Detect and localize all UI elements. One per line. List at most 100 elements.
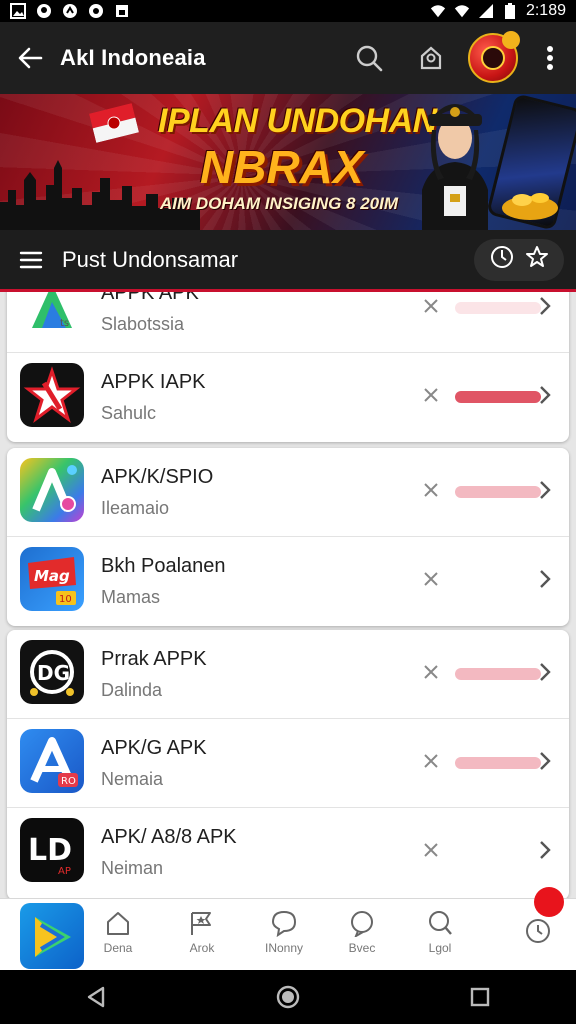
close-icon: [424, 665, 438, 679]
app-subtitle: Nemaia: [101, 769, 164, 789]
status-time: 2:189: [525, 2, 566, 19]
profile-avatar-button[interactable]: [462, 22, 524, 94]
arrow-left-icon: [18, 47, 43, 69]
bottom-nav: Dena Arok INonny Bvec Lgol: [0, 898, 576, 970]
list-item[interactable]: ts APPK APK Slabotssia: [7, 292, 569, 353]
nav-item-timer[interactable]: [506, 915, 570, 945]
app-name: APK/G APK: [101, 737, 207, 759]
app-subtitle: Neiman: [101, 858, 164, 878]
list-item[interactable]: APPK IAPK Sahulc: [7, 353, 569, 442]
nav-item-lgol[interactable]: Lgol: [408, 909, 472, 955]
avatar: [468, 31, 520, 83]
user-badge-icon: [420, 46, 442, 70]
ld-logo-icon: LD AP: [20, 818, 84, 882]
app-name: Prrak APPK: [101, 648, 207, 670]
svg-text:DG: DG: [37, 661, 70, 685]
nav-item-home[interactable]: Dena: [86, 909, 150, 955]
star-flag-icon: [191, 912, 211, 935]
svg-text:AP: AP: [58, 866, 71, 877]
og-logo-icon: DG: [20, 640, 84, 704]
dismiss-button[interactable]: [419, 567, 443, 591]
open-button[interactable]: [533, 383, 557, 407]
triangle-back-icon: [87, 986, 105, 1008]
app-subtitle: Mamas: [101, 587, 161, 607]
open-button[interactable]: [533, 749, 557, 773]
app-card: ts APPK APK Slabotssia APPK IAPK Sahulc: [7, 292, 569, 442]
page-title: AkI Indoneaia: [60, 45, 206, 70]
list-item[interactable]: DG Prrak APPK Dalinda: [7, 630, 569, 719]
list-item[interactable]: RO APK/G APK Nemaia: [7, 719, 569, 808]
nav-item-inonny[interactable]: INonny: [252, 909, 316, 955]
app-subtitle: Dalinda: [101, 680, 163, 700]
progress-bar: [455, 486, 541, 498]
app-name: Bkh Poalanen: [101, 555, 226, 577]
back-button[interactable]: [0, 22, 60, 94]
colorful-a-icon: [20, 458, 84, 522]
app-name: APK/ A8/8 APK: [101, 826, 237, 848]
chevron-right-icon: [540, 663, 551, 681]
system-back-button[interactable]: [76, 977, 116, 1017]
app-subtitle: Sahulc: [101, 403, 157, 423]
progress-bar: [455, 391, 541, 403]
banner-headline-2: NBRAX: [200, 141, 364, 193]
wifi-icon: [430, 3, 446, 19]
play-logo-icon: [35, 917, 71, 957]
nav-item-arok[interactable]: Arok: [170, 909, 234, 955]
cell-signal-icon: [478, 3, 494, 19]
timer-icon: [526, 919, 550, 943]
list-item[interactable]: Mag 10 Bkh Poalanen Mamas: [7, 537, 569, 626]
close-icon: [424, 483, 438, 497]
search-button[interactable]: [338, 22, 400, 94]
list-item[interactable]: APK/K/SPIO Ileamaio: [7, 448, 569, 537]
dismiss-button[interactable]: [419, 294, 443, 318]
open-button[interactable]: [533, 660, 557, 684]
dismiss-button[interactable]: [419, 383, 443, 407]
battery-icon: [502, 3, 518, 19]
signal-icon: [454, 3, 470, 19]
close-icon: [424, 388, 438, 402]
history-button[interactable]: [489, 244, 515, 275]
share-button[interactable]: [524, 244, 550, 275]
chevron-right-icon: [540, 297, 551, 315]
account-button[interactable]: [400, 22, 462, 94]
progress-bar: [455, 757, 541, 769]
app-subtitle: Ileamaio: [101, 498, 170, 518]
app-name: APPK IAPK: [101, 371, 206, 393]
nav-item-bvec[interactable]: Bvec: [330, 909, 394, 955]
progress-bar: [455, 668, 541, 680]
dismiss-button[interactable]: [419, 749, 443, 773]
open-button[interactable]: [533, 294, 557, 318]
sync-notification-icon: [62, 3, 78, 19]
chevron-right-icon: [540, 386, 551, 404]
status-bar: 2:189: [0, 0, 576, 22]
location-notification-icon: [36, 3, 52, 19]
menu-button[interactable]: [0, 229, 62, 291]
dismiss-button[interactable]: [419, 478, 443, 502]
app-logo-button[interactable]: [20, 903, 84, 969]
home-icon: [107, 912, 129, 935]
open-button[interactable]: [533, 567, 557, 591]
app-list: ts APPK APK Slabotssia APPK IAPK Sahulc: [0, 292, 576, 898]
app-subtitle: Slabotssia: [101, 314, 185, 334]
chevron-right-icon: [540, 752, 551, 770]
chevron-right-icon: [540, 481, 551, 499]
svg-text:RO: RO: [61, 776, 76, 787]
store-notification-icon: [114, 3, 130, 19]
circle-home-icon: [276, 985, 300, 1009]
overflow-menu-button[interactable]: [524, 22, 576, 94]
banner-tagline: AIM DOHAM INSIGING 8 20IM: [160, 194, 399, 213]
dismiss-button[interactable]: [419, 660, 443, 684]
system-nav-bar: [0, 970, 576, 1024]
open-button[interactable]: [533, 478, 557, 502]
system-recents-button[interactable]: [460, 977, 500, 1017]
list-item[interactable]: LD AP APK/ A8/8 APK Neiman: [7, 808, 569, 897]
chevron-right-icon: [540, 570, 551, 588]
promo-banner[interactable]: IPLAN UNDOHAN NBRAX AIM DOHAM INSIGING 8…: [0, 94, 576, 230]
svg-text:10: 10: [59, 594, 72, 605]
system-home-button[interactable]: [268, 977, 308, 1017]
dismiss-button[interactable]: [419, 838, 443, 862]
nav-label: Dena: [103, 941, 133, 955]
open-button[interactable]: [533, 838, 557, 862]
nav-label: Arok: [189, 941, 215, 955]
section-header: Pust Undonsamar: [0, 230, 576, 292]
